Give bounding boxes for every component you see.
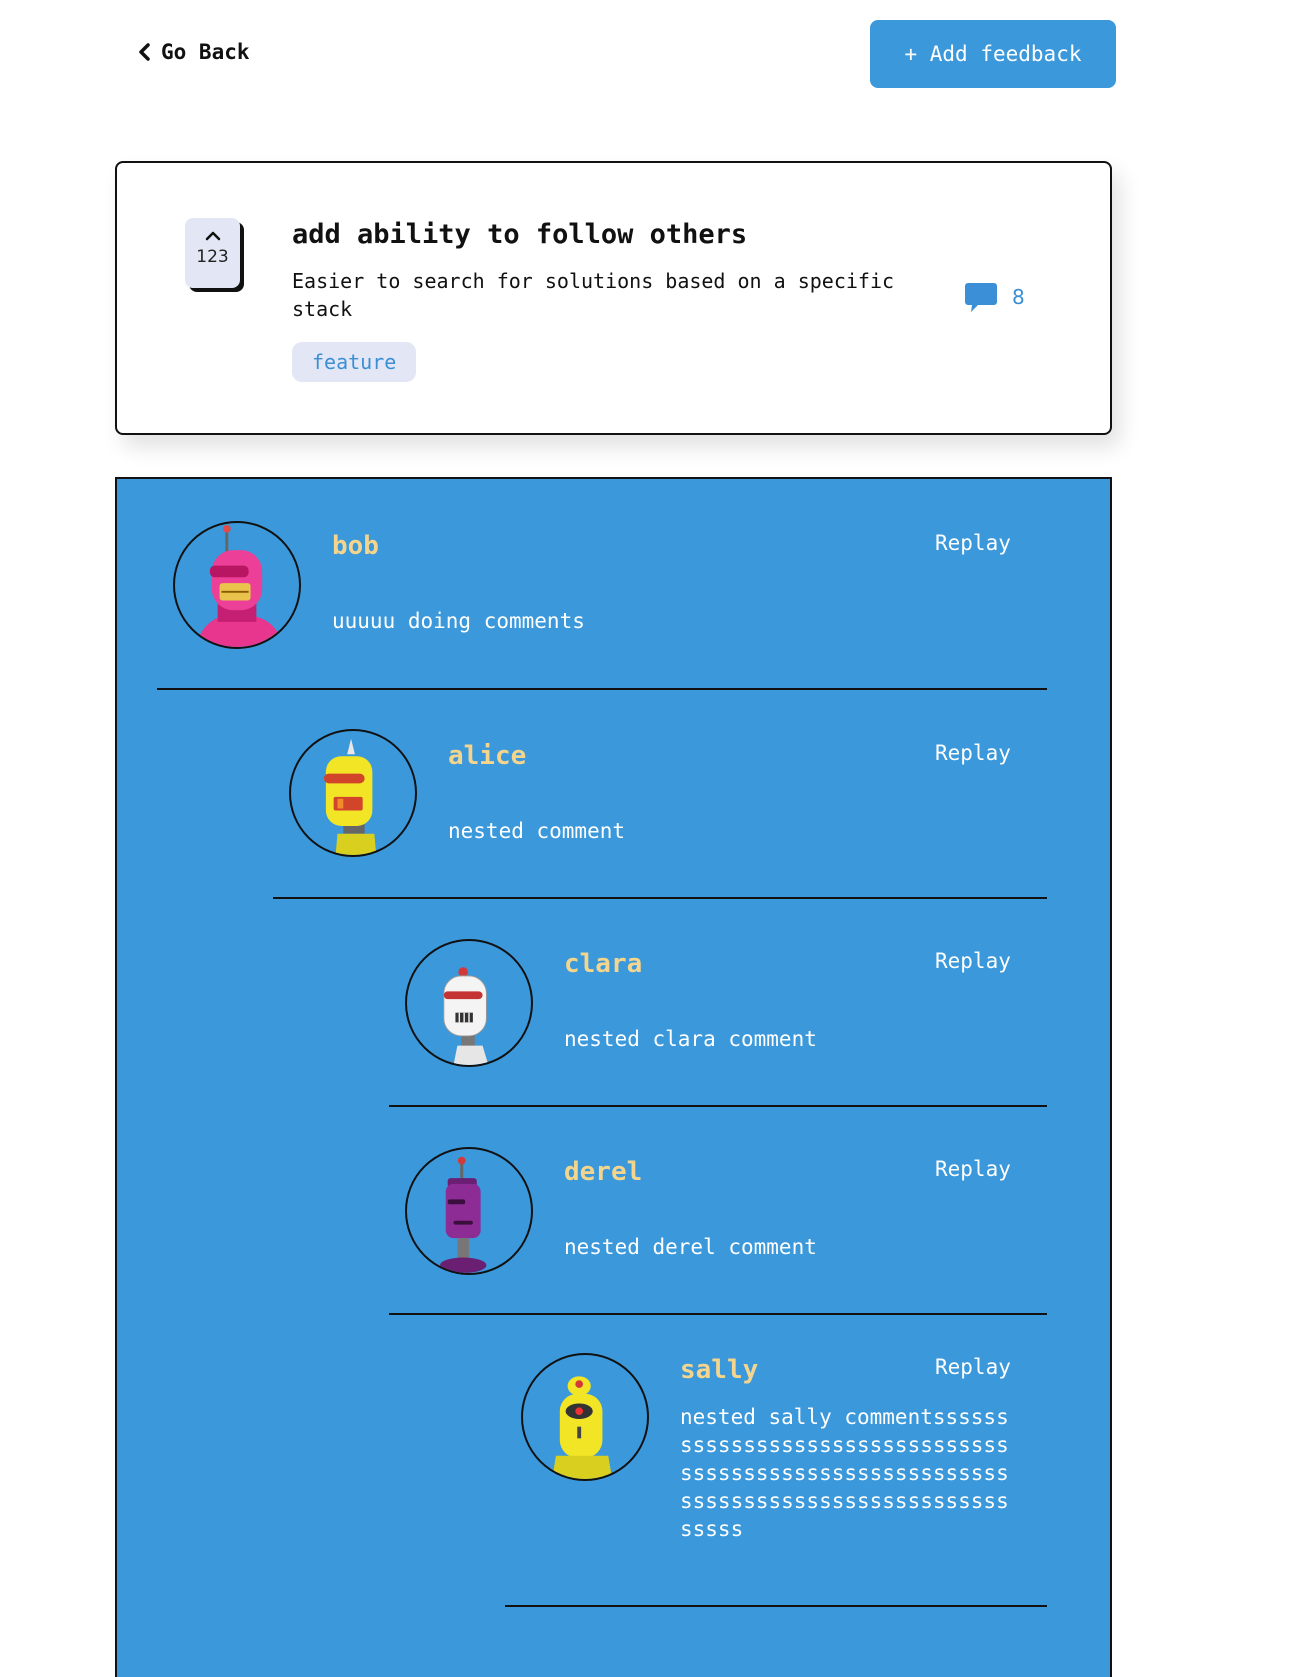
avatar: [173, 521, 301, 649]
comment-author: clara: [564, 949, 643, 979]
comment-count-value: 8: [1012, 285, 1025, 309]
robot-avatar-icon: [552, 1376, 613, 1479]
reply-button[interactable]: Replay: [935, 741, 1011, 765]
comment-author: alice: [448, 741, 527, 771]
reply-button[interactable]: Replay: [935, 1157, 1011, 1181]
avatar: [405, 939, 533, 1067]
feedback-title: add ability to follow others: [292, 219, 748, 250]
feedback-card: 123 add ability to follow others Easier …: [115, 161, 1112, 435]
comment-divider: [389, 1105, 1047, 1107]
robot-avatar-icon: [323, 738, 377, 855]
avatar: [521, 1353, 649, 1481]
robot-avatar-icon: [443, 967, 489, 1065]
comments-panel: bob Replay uuuuu doing comments alice Re…: [115, 477, 1112, 1677]
reply-button[interactable]: Replay: [935, 531, 1011, 555]
comment-text: nested clara comment: [564, 1027, 817, 1051]
comment-author: sally: [680, 1355, 759, 1385]
feedback-tag[interactable]: feature: [292, 342, 417, 382]
comment-divider: [389, 1313, 1047, 1315]
upvote-count: 123: [196, 247, 229, 267]
feedback-description: Easier to search for solutions based on …: [292, 269, 895, 321]
go-back-button[interactable]: Go Back: [137, 40, 250, 64]
comment-text: nested comment: [448, 819, 626, 843]
comment-divider: [157, 688, 1047, 690]
avatar: [289, 729, 417, 857]
comment-bubble-icon: [965, 283, 997, 312]
chevron-up-icon: [205, 231, 220, 241]
comment-author: bob: [332, 531, 379, 561]
top-bar: Go Back + Add feedback: [0, 0, 1291, 110]
comment-count: 8: [964, 281, 1025, 313]
chevron-left-icon: [139, 43, 150, 61]
reply-button[interactable]: Replay: [935, 949, 1011, 973]
comment-divider: [505, 1605, 1047, 1607]
comment-author: derel: [564, 1157, 643, 1187]
comment-divider: [273, 897, 1047, 899]
comment-text: nested sally commentssssssssssssssssssss…: [680, 1405, 1009, 1541]
add-feedback-button[interactable]: + Add feedback: [870, 20, 1116, 88]
upvote-button[interactable]: 123: [185, 218, 240, 288]
reply-button[interactable]: Replay: [935, 1355, 1011, 1379]
comment-text: nested derel comment: [564, 1235, 817, 1259]
robot-avatar-icon: [194, 524, 284, 647]
avatar: [405, 1147, 533, 1275]
go-back-label: Go Back: [161, 40, 250, 64]
comment-text: uuuuu doing comments: [332, 609, 585, 633]
robot-avatar-icon: [439, 1156, 487, 1273]
